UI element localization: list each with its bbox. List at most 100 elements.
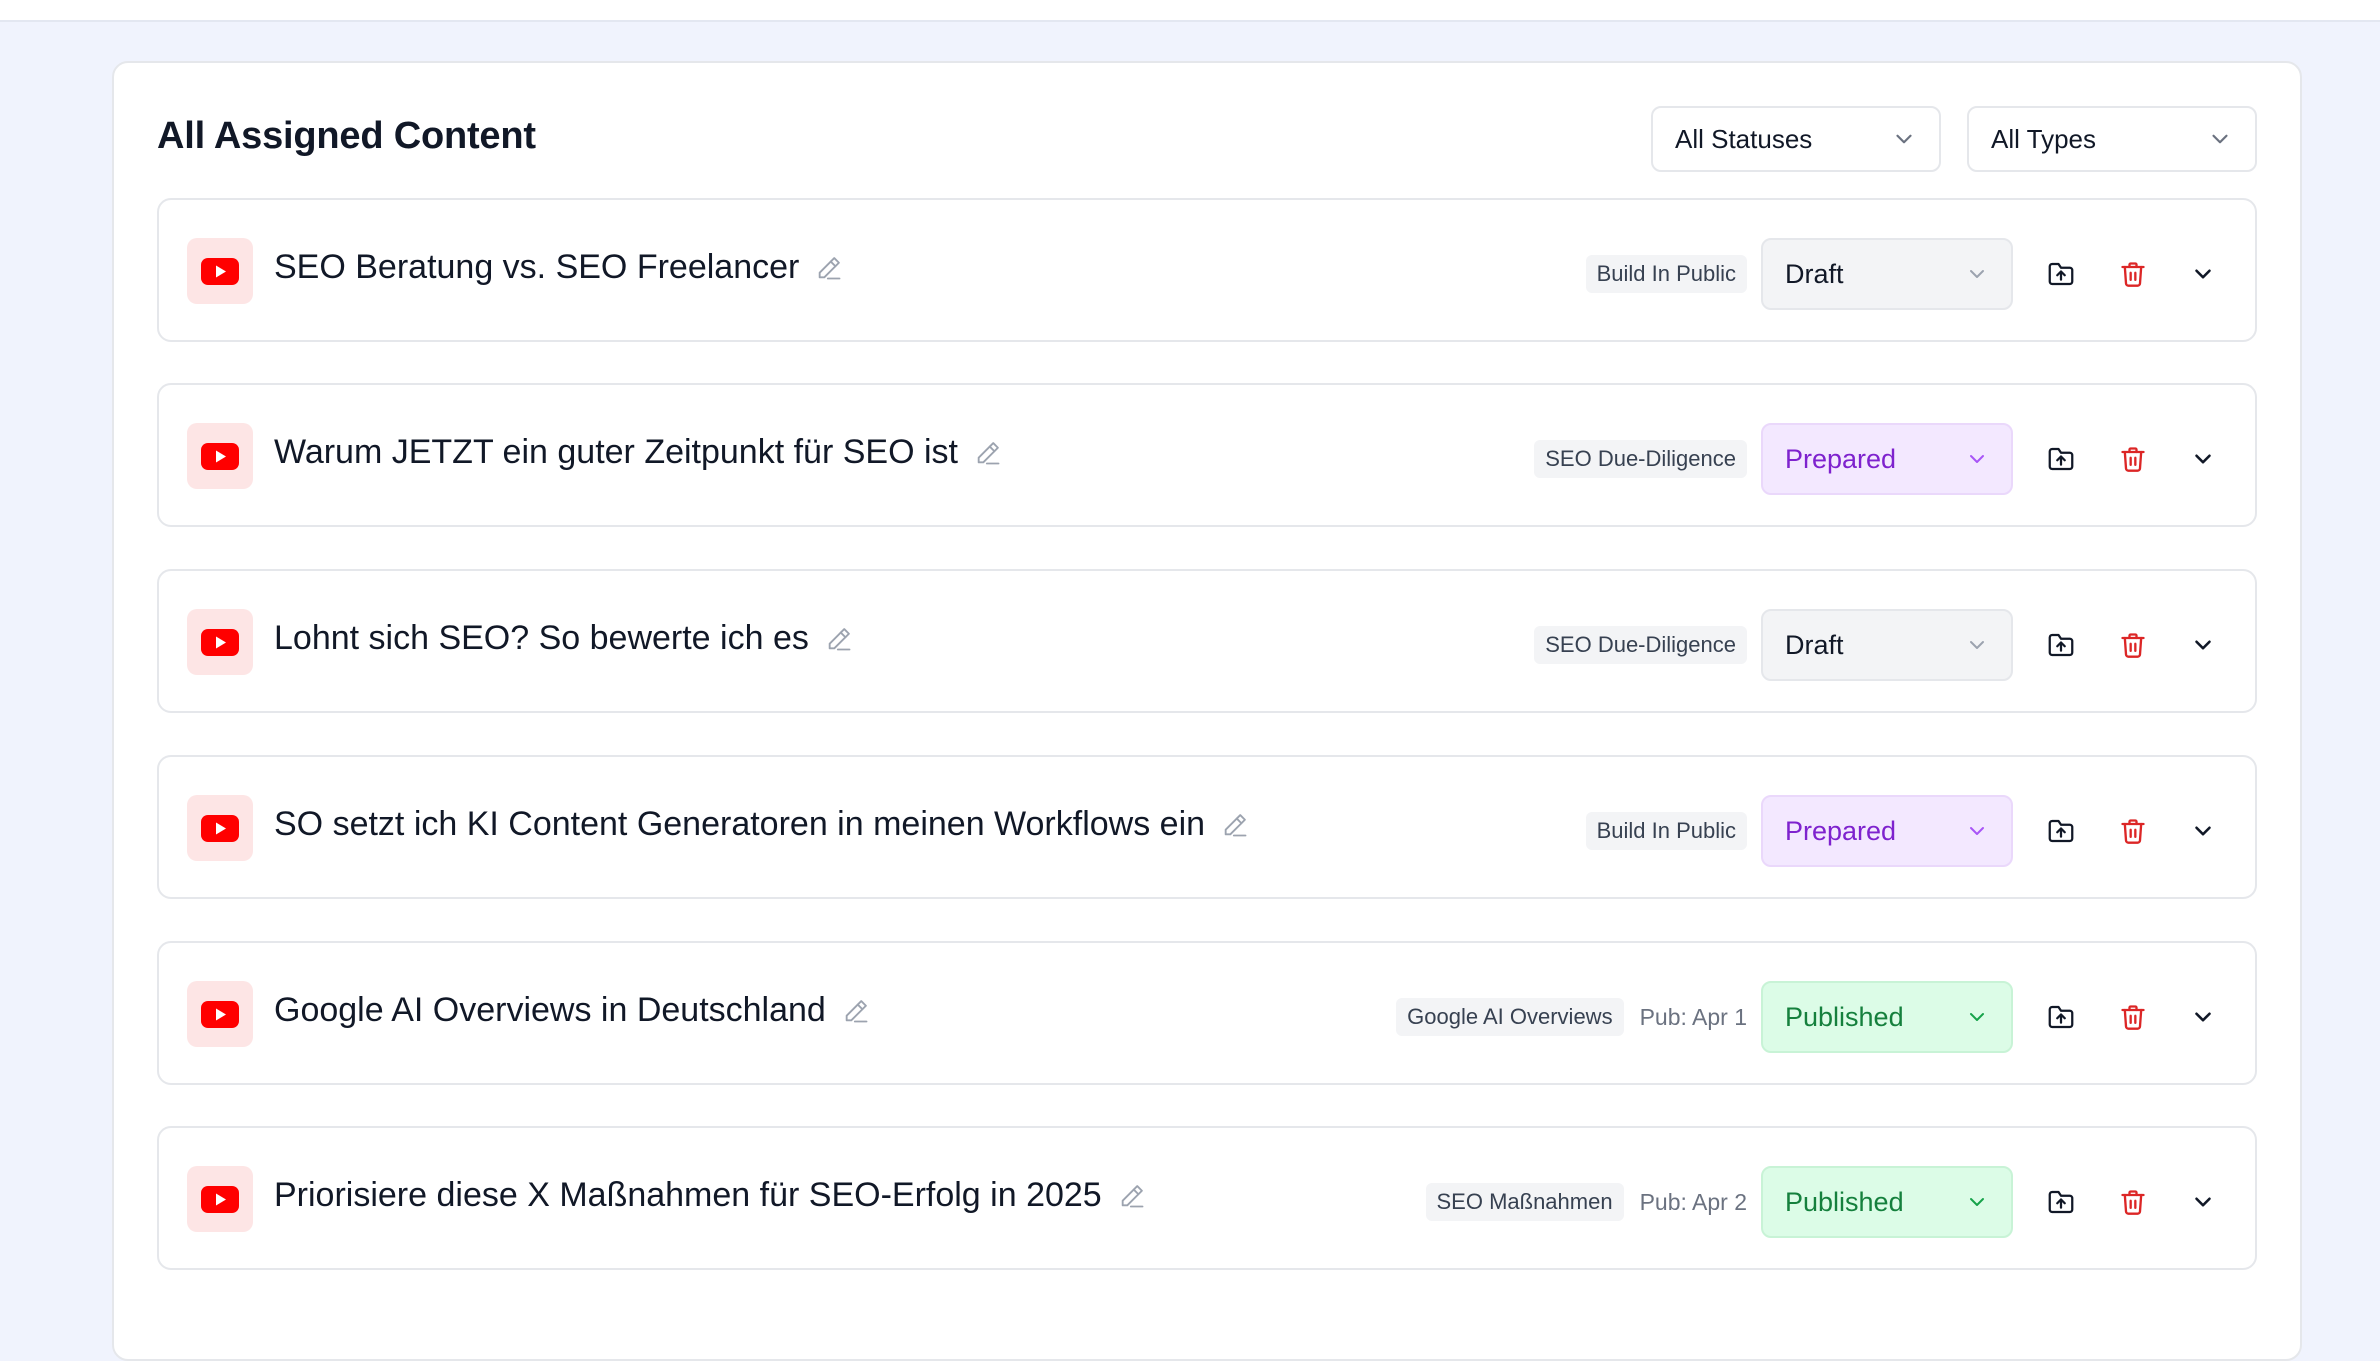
delete-button[interactable]	[2109, 621, 2157, 669]
row-actions: Build In Public Prepared	[1585, 795, 2227, 867]
type-filter-label: All Types	[1991, 123, 2097, 154]
content-row: SO setzt ich KI Content Generatoren in m…	[157, 755, 2257, 899]
status-dropdown[interactable]: Prepared	[1761, 423, 2013, 495]
expand-row-button[interactable]	[2179, 621, 2227, 669]
youtube-icon	[187, 609, 253, 675]
status-label: Prepared	[1785, 815, 1897, 846]
youtube-icon	[187, 981, 253, 1047]
content-title: Priorisiere diese X Maßnahmen für SEO-Er…	[274, 1176, 1102, 1214]
content-title: SEO Beratung vs. SEO Freelancer	[274, 248, 800, 286]
chevron-down-icon	[1970, 1013, 1984, 1021]
edit-pencil-icon[interactable]	[825, 625, 853, 653]
delete-button[interactable]	[2109, 993, 2157, 1041]
status-dropdown[interactable]: Published	[1761, 1166, 2013, 1238]
content-type-tag: Build In Public	[1585, 255, 1747, 293]
delete-button[interactable]	[2109, 435, 2157, 483]
delete-button[interactable]	[2109, 807, 2157, 855]
content-title-group: Priorisiere diese X Maßnahmen für SEO-Er…	[274, 1176, 1146, 1215]
chevron-down-icon	[2195, 826, 2211, 836]
content-row: Google AI Overviews in Deutschland Googl…	[157, 941, 2257, 1085]
chevron-down-icon	[1970, 827, 1984, 835]
chevron-down-icon	[1970, 455, 1984, 463]
status-label: Published	[1785, 1001, 1904, 1032]
chevron-down-icon	[2195, 269, 2211, 279]
content-title-group: Google AI Overviews in Deutschland	[274, 991, 870, 1030]
folder-upload-icon	[2048, 633, 2074, 657]
page-title: All Assigned Content	[157, 115, 536, 157]
trash-icon	[2121, 1005, 2145, 1030]
content-row: Priorisiere diese X Maßnahmen für SEO-Er…	[157, 1126, 2257, 1270]
folder-upload-icon	[2048, 262, 2074, 286]
folder-upload-icon	[2048, 819, 2074, 843]
row-actions: Build In Public Draft	[1585, 238, 2227, 310]
top-bar	[0, 0, 2380, 22]
edit-pencil-icon[interactable]	[1118, 1182, 1146, 1210]
chevron-down-icon	[1896, 134, 1912, 144]
delete-button[interactable]	[2109, 1178, 2157, 1226]
content-row: Warum JETZT ein guter Zeitpunkt für SEO …	[157, 383, 2257, 527]
edit-pencil-icon[interactable]	[974, 439, 1002, 467]
chevron-down-icon	[1970, 270, 1984, 278]
content-title: SO setzt ich KI Content Generatoren in m…	[274, 805, 1206, 843]
youtube-icon	[187, 795, 253, 861]
content-title: Warum JETZT ein guter Zeitpunkt für SEO …	[274, 433, 958, 471]
folder-upload-button[interactable]	[2037, 435, 2085, 483]
status-label: Published	[1785, 1186, 1904, 1217]
status-label: Draft	[1785, 629, 1844, 660]
folder-upload-icon	[2048, 1005, 2074, 1029]
edit-pencil-icon[interactable]	[815, 254, 843, 282]
delete-button[interactable]	[2109, 250, 2157, 298]
status-dropdown[interactable]: Prepared	[1761, 795, 2013, 867]
status-dropdown[interactable]: Draft	[1761, 238, 2013, 310]
folder-upload-button[interactable]	[2037, 250, 2085, 298]
expand-row-button[interactable]	[2179, 1178, 2227, 1226]
content-card: All Assigned Content All Statuses All Ty…	[112, 61, 2302, 1361]
edit-pencil-icon[interactable]	[842, 997, 870, 1025]
content-type-tag: SEO Due-Diligence	[1534, 626, 1747, 664]
status-dropdown[interactable]: Draft	[1761, 609, 2013, 681]
type-filter-dropdown[interactable]: All Types	[1967, 106, 2257, 172]
youtube-icon	[187, 1166, 253, 1232]
folder-upload-button[interactable]	[2037, 1178, 2085, 1226]
trash-icon	[2121, 819, 2145, 844]
folder-upload-button[interactable]	[2037, 807, 2085, 855]
content-title-group: Warum JETZT ein guter Zeitpunkt für SEO …	[274, 433, 1002, 472]
edit-pencil-icon[interactable]	[1221, 811, 1249, 839]
youtube-icon	[187, 238, 253, 304]
content-type-tag: SEO Due-Diligence	[1534, 440, 1747, 478]
expand-row-button[interactable]	[2179, 993, 2227, 1041]
content-title-group: Lohnt sich SEO? So bewerte ich es	[274, 619, 853, 658]
content-type-tag: Google AI Overviews	[1396, 998, 1624, 1036]
row-actions: SEO Due-Diligence Draft	[1534, 609, 2227, 681]
chevron-down-icon	[2212, 134, 2228, 144]
status-label: Draft	[1785, 258, 1844, 289]
trash-icon	[2121, 633, 2145, 658]
content-title-group: SO setzt ich KI Content Generatoren in m…	[274, 805, 1249, 844]
chevron-down-icon	[2195, 640, 2211, 650]
content-row: SEO Beratung vs. SEO Freelancer Build In…	[157, 198, 2257, 342]
content-type-tag: Build In Public	[1585, 812, 1747, 850]
content-title: Lohnt sich SEO? So bewerte ich es	[274, 619, 809, 657]
status-filter-label: All Statuses	[1675, 123, 1813, 154]
trash-icon	[2121, 447, 2145, 472]
chevron-down-icon	[2195, 1197, 2211, 1207]
folder-upload-icon	[2048, 447, 2074, 471]
chevron-down-icon	[2195, 1012, 2211, 1022]
content-title: Google AI Overviews in Deutschland	[274, 991, 826, 1029]
expand-row-button[interactable]	[2179, 250, 2227, 298]
youtube-icon	[187, 423, 253, 489]
expand-row-button[interactable]	[2179, 435, 2227, 483]
content-title-group: SEO Beratung vs. SEO Freelancer	[274, 248, 843, 287]
publish-date: Pub: Apr 2	[1639, 1188, 1747, 1215]
folder-upload-button[interactable]	[2037, 621, 2085, 669]
expand-row-button[interactable]	[2179, 807, 2227, 855]
chevron-down-icon	[1970, 641, 1984, 649]
content-row: Lohnt sich SEO? So bewerte ich es SEO Du…	[157, 569, 2257, 713]
folder-upload-button[interactable]	[2037, 993, 2085, 1041]
publish-date: Pub: Apr 1	[1639, 1003, 1747, 1030]
trash-icon	[2121, 262, 2145, 287]
folder-upload-icon	[2048, 1190, 2074, 1214]
status-label: Prepared	[1785, 443, 1897, 474]
status-filter-dropdown[interactable]: All Statuses	[1651, 106, 1941, 172]
status-dropdown[interactable]: Published	[1761, 981, 2013, 1053]
